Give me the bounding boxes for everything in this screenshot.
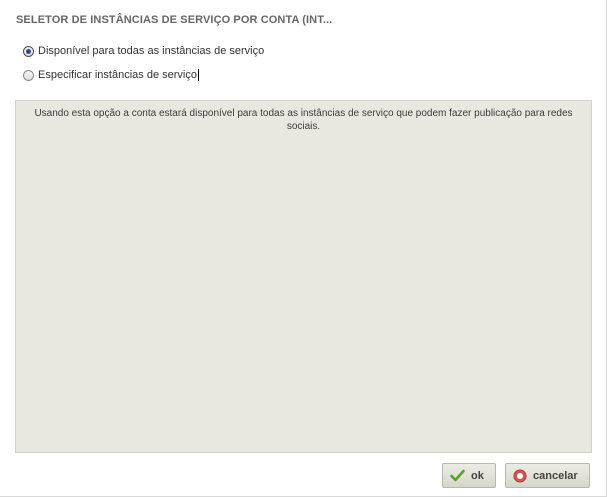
- radio-option-specify-instances[interactable]: Especificar instâncias de serviço: [23, 69, 199, 81]
- cancel-circle-icon: [513, 469, 527, 483]
- checkmark-icon: [450, 469, 465, 482]
- radio-label-all-instances: Disponível para todas as instâncias de s…: [38, 45, 265, 57]
- dialog-title: SELETOR DE INSTÂNCIAS DE SERVIÇO POR CON…: [16, 14, 333, 26]
- radio-option-all-instances[interactable]: Disponível para todas as instâncias de s…: [23, 45, 264, 57]
- ok-button[interactable]: ok: [442, 463, 496, 488]
- text-cursor: [197, 69, 199, 81]
- radio-label-specify-instances: Especificar instâncias de serviço: [38, 69, 197, 81]
- description-panel: Usando esta opção a conta estará disponí…: [15, 100, 592, 453]
- radio-button-all-instances[interactable]: [23, 45, 34, 57]
- cancel-button-label: cancelar: [533, 469, 578, 482]
- cancel-button[interactable]: cancelar: [505, 463, 590, 488]
- description-text: Usando esta opção a conta estará disponí…: [34, 108, 573, 132]
- radio-button-specify-instances[interactable]: [23, 69, 34, 81]
- ok-button-label: ok: [471, 469, 484, 482]
